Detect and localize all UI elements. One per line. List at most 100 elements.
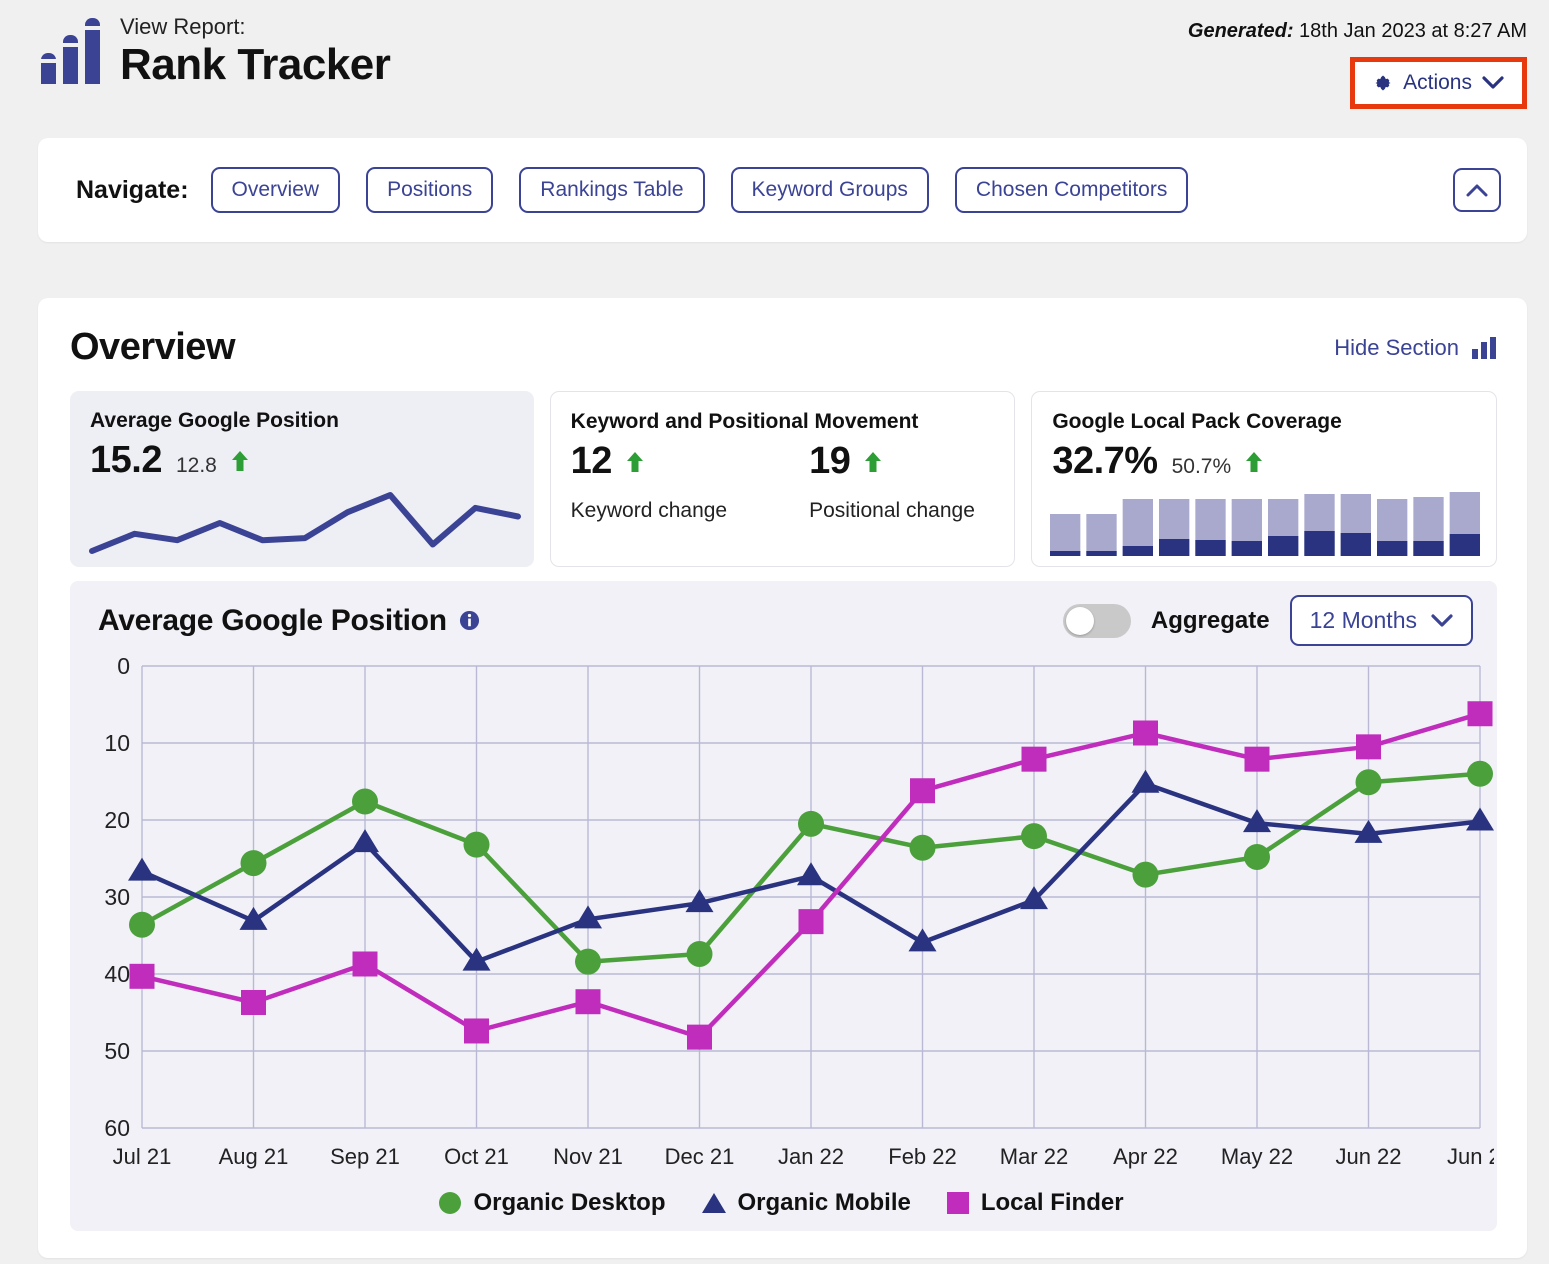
line-chart-plot: 0 10 20 30 40 50 60 Jul 21 Aug 21 Sep 21 Oct 21 Nov… xyxy=(104,653,1513,1169)
kpi-value: 15.2 xyxy=(90,439,162,481)
svg-text:Sep 21: Sep 21 xyxy=(330,1144,400,1169)
kpi-value: 12 xyxy=(570,440,613,482)
kpi-metric-label: Keyword change xyxy=(570,499,728,522)
gear-icon xyxy=(1375,75,1391,91)
svg-text:Aug 21: Aug 21 xyxy=(219,1144,289,1169)
kpi-title: Keyword and Positional Movement xyxy=(570,410,919,433)
kpi-keyword-positional-movement: Keyword and Positional Movement 12 Keywo… xyxy=(549,391,1016,567)
svg-text:Feb 22: Feb 22 xyxy=(888,1144,957,1169)
overview-title: Overview xyxy=(70,326,236,368)
aggregate-toggle[interactable] xyxy=(1062,603,1131,638)
kpi-cards: Average Google Position 15.2 12.8 Keywor… xyxy=(70,391,1498,567)
hide-section-button[interactable]: Hide Section xyxy=(1334,335,1497,361)
navigate-bar: Navigate: Overview Positions Rankings Ta… xyxy=(38,138,1527,242)
chevron-down-icon xyxy=(1482,76,1504,89)
circle-marker-icon xyxy=(439,1192,462,1214)
kpi-title: Google Local Pack Coverage xyxy=(1052,410,1342,433)
toggle-knob xyxy=(1065,606,1094,635)
generated-label: Generated: xyxy=(1187,20,1294,42)
legend-item-organic-mobile[interactable]: Organic Mobile xyxy=(701,1189,911,1217)
generated-value: 18th Jan 2023 at 8:27 AM xyxy=(1299,20,1527,42)
navigate-label: Navigate: xyxy=(76,175,189,204)
generated-timestamp: Generated: 18th Jan 2023 at 8:27 AM xyxy=(1188,20,1527,43)
nav-item-overview[interactable]: Overview xyxy=(210,167,341,213)
brand: View Report: Rank Tracker xyxy=(40,14,391,90)
navigate-buttons: Overview Positions Rankings Table Keywor… xyxy=(210,167,1189,213)
page-header: View Report: Rank Tracker Generated: 18t… xyxy=(0,0,1549,130)
svg-text:Oct 21: Oct 21 xyxy=(444,1144,509,1169)
legend-label: Organic Mobile xyxy=(737,1189,911,1216)
nav-item-positions[interactable]: Positions xyxy=(366,167,494,213)
chart-title-wrap: Average Google Position xyxy=(98,604,480,638)
nav-item-chosen-competitors[interactable]: Chosen Competitors xyxy=(954,167,1189,213)
kpi-values: 15.2 12.8 xyxy=(90,439,514,482)
actions-button[interactable]: Actions xyxy=(1355,62,1522,104)
sparkline-chart xyxy=(89,492,521,554)
legend-item-local-finder[interactable]: Local Finder xyxy=(946,1189,1124,1217)
collapse-navigate-button[interactable] xyxy=(1453,168,1501,212)
svg-text:Jul 21: Jul 21 xyxy=(113,1144,172,1169)
chart-controls: Aggregate 12 Months xyxy=(1062,595,1473,646)
kpi-average-google-position: Average Google Position 15.2 12.8 xyxy=(70,391,534,567)
chart-legend: Organic Desktop Organic Mobile Local Fin… xyxy=(84,1189,1479,1217)
triangle-marker-icon xyxy=(701,1193,726,1213)
info-icon[interactable] xyxy=(459,610,480,631)
svg-text:50: 50 xyxy=(104,1038,130,1064)
local-pack-bar-chart xyxy=(1050,492,1481,556)
kpi-metric-positional-change: 19 Positional change xyxy=(809,440,975,523)
svg-text:Apr 22: Apr 22 xyxy=(1113,1144,1178,1169)
actions-highlight-box: Actions xyxy=(1350,57,1527,109)
svg-text:Jun 22: Jun 22 xyxy=(1447,1144,1494,1169)
kpi-compare-value: 50.7% xyxy=(1171,455,1232,478)
legend-label: Local Finder xyxy=(980,1189,1124,1216)
svg-text:Jun 22: Jun 22 xyxy=(1335,1144,1401,1169)
kpi-values: 32.7% 50.7% xyxy=(1052,440,1476,483)
nav-item-keyword-groups[interactable]: Keyword Groups xyxy=(730,167,929,213)
kpi-values: 12 xyxy=(571,440,727,483)
svg-text:Jan 22: Jan 22 xyxy=(778,1144,844,1169)
page-title: Rank Tracker xyxy=(120,40,391,90)
view-report-eyebrow: View Report: xyxy=(120,14,246,39)
kpi-metrics: 12 Keyword change 19 Positional change xyxy=(571,440,995,523)
svg-text:Dec 21: Dec 21 xyxy=(665,1144,735,1169)
svg-text:20: 20 xyxy=(104,807,130,833)
square-marker-icon xyxy=(946,1192,969,1214)
svg-text:40: 40 xyxy=(104,961,130,987)
kpi-google-local-pack-coverage: Google Local Pack Coverage 32.7% 50.7% xyxy=(1031,391,1498,567)
chart-header: Average Google Position Aggregate 12 Mon… xyxy=(84,595,1479,646)
trend-up-icon xyxy=(1246,452,1263,472)
chevron-down-icon xyxy=(1431,613,1453,627)
aggregate-label: Aggregate xyxy=(1150,606,1270,634)
svg-text:60: 60 xyxy=(104,1115,130,1141)
overview-header: Overview Hide Section xyxy=(70,326,1497,369)
nav-item-rankings-table[interactable]: Rankings Table xyxy=(519,167,705,213)
kpi-value: 32.7% xyxy=(1052,440,1158,482)
svg-text:Mar 22: Mar 22 xyxy=(1000,1144,1068,1169)
svg-text:Nov 21: Nov 21 xyxy=(553,1144,623,1169)
hide-section-label: Hide Section xyxy=(1334,334,1459,360)
svg-text:30: 30 xyxy=(104,884,130,910)
bar-chart-logo-icon xyxy=(41,18,100,85)
kpi-title: Average Google Position xyxy=(90,409,339,432)
trend-up-icon xyxy=(626,452,643,472)
chevron-up-icon xyxy=(1466,184,1488,196)
kpi-values: 19 xyxy=(809,440,975,483)
svg-text:May 22: May 22 xyxy=(1221,1144,1293,1169)
chart-plot-wrap: 0 10 20 30 40 50 60 Jul 21 Aug 21 Sep 21 Oct 21 Nov… xyxy=(84,652,1513,1187)
svg-text:10: 10 xyxy=(104,730,130,756)
kpi-value: 19 xyxy=(809,440,851,482)
legend-label: Organic Desktop xyxy=(473,1189,666,1216)
average-position-chart-section: Average Google Position Aggregate 12 Mon… xyxy=(70,581,1513,1231)
kpi-metric-keyword-change: 12 Keyword change xyxy=(571,440,727,523)
trend-up-icon xyxy=(231,451,248,471)
svg-text:0: 0 xyxy=(117,653,130,679)
chart-title: Average Google Position xyxy=(98,603,447,637)
period-selector[interactable]: 12 Months xyxy=(1289,595,1473,646)
overview-panel: Overview Hide Section Average Google Pos… xyxy=(38,298,1527,1258)
period-label: 12 Months xyxy=(1309,607,1417,633)
bar-chart-icon xyxy=(1472,336,1496,359)
legend-item-organic-desktop[interactable]: Organic Desktop xyxy=(439,1189,666,1217)
kpi-metric-label: Positional change xyxy=(809,499,975,522)
header-right: Generated: 18th Jan 2023 at 8:27 AM Acti… xyxy=(1188,14,1527,109)
actions-label: Actions xyxy=(1403,71,1472,94)
